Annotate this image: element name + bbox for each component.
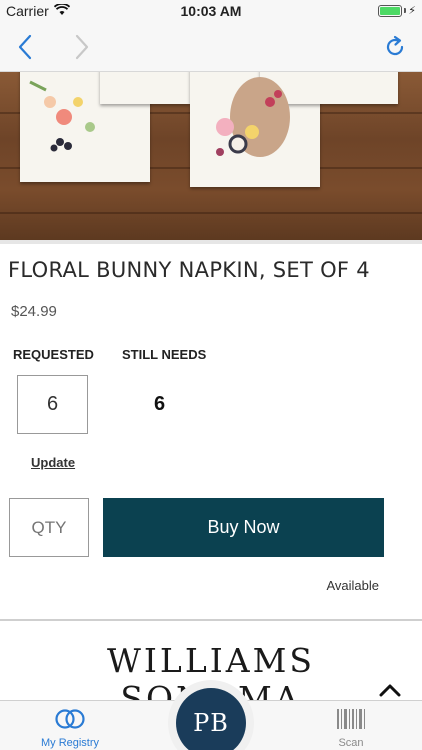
update-link[interactable]: Update [31,455,75,470]
back-button[interactable] [10,32,40,62]
availability-status: Available [326,578,379,593]
chevron-up-icon [379,684,401,697]
brand-logo-line1: WILLIAMS [106,642,316,680]
refresh-icon [386,35,404,56]
pottery-barn-logo: PB [176,688,246,750]
chevron-right-icon [75,34,89,60]
tab-my-registry[interactable]: My Registry [20,705,120,749]
rings-icon [20,705,120,733]
refresh-button[interactable] [380,32,410,62]
qty-input[interactable] [9,498,89,557]
product-title: FLORAL BUNNY NAPKIN, SET OF 4 [8,258,370,282]
buy-now-button[interactable]: Buy Now [103,498,384,557]
tab-scan[interactable]: Scan [301,705,401,749]
requested-quantity-field[interactable]: 6 [17,375,88,434]
floral-decoration [29,77,290,157]
tab-label: My Registry [40,737,100,749]
product-price: $24.99 [11,303,57,320]
browser-nav-bar [0,22,422,72]
divider [0,240,422,244]
chevron-left-icon [18,34,32,60]
charging-icon: ⚡ [408,5,416,17]
battery-indicator: ⚡ [378,4,416,17]
barcode-icon [301,705,401,733]
tab-label: Scan [338,737,364,749]
status-time: 10:03 AM [180,3,242,19]
product-image[interactable] [0,72,422,240]
still-needs-label: STILL NEEDS [122,347,207,362]
status-bar: Carrier 10:03 AM ⚡ [0,0,422,22]
battery-icon [378,4,403,17]
forward-button[interactable] [67,32,97,62]
requested-label: REQUESTED [13,347,94,362]
still-needs-value: 6 [154,393,166,415]
divider [0,619,422,621]
